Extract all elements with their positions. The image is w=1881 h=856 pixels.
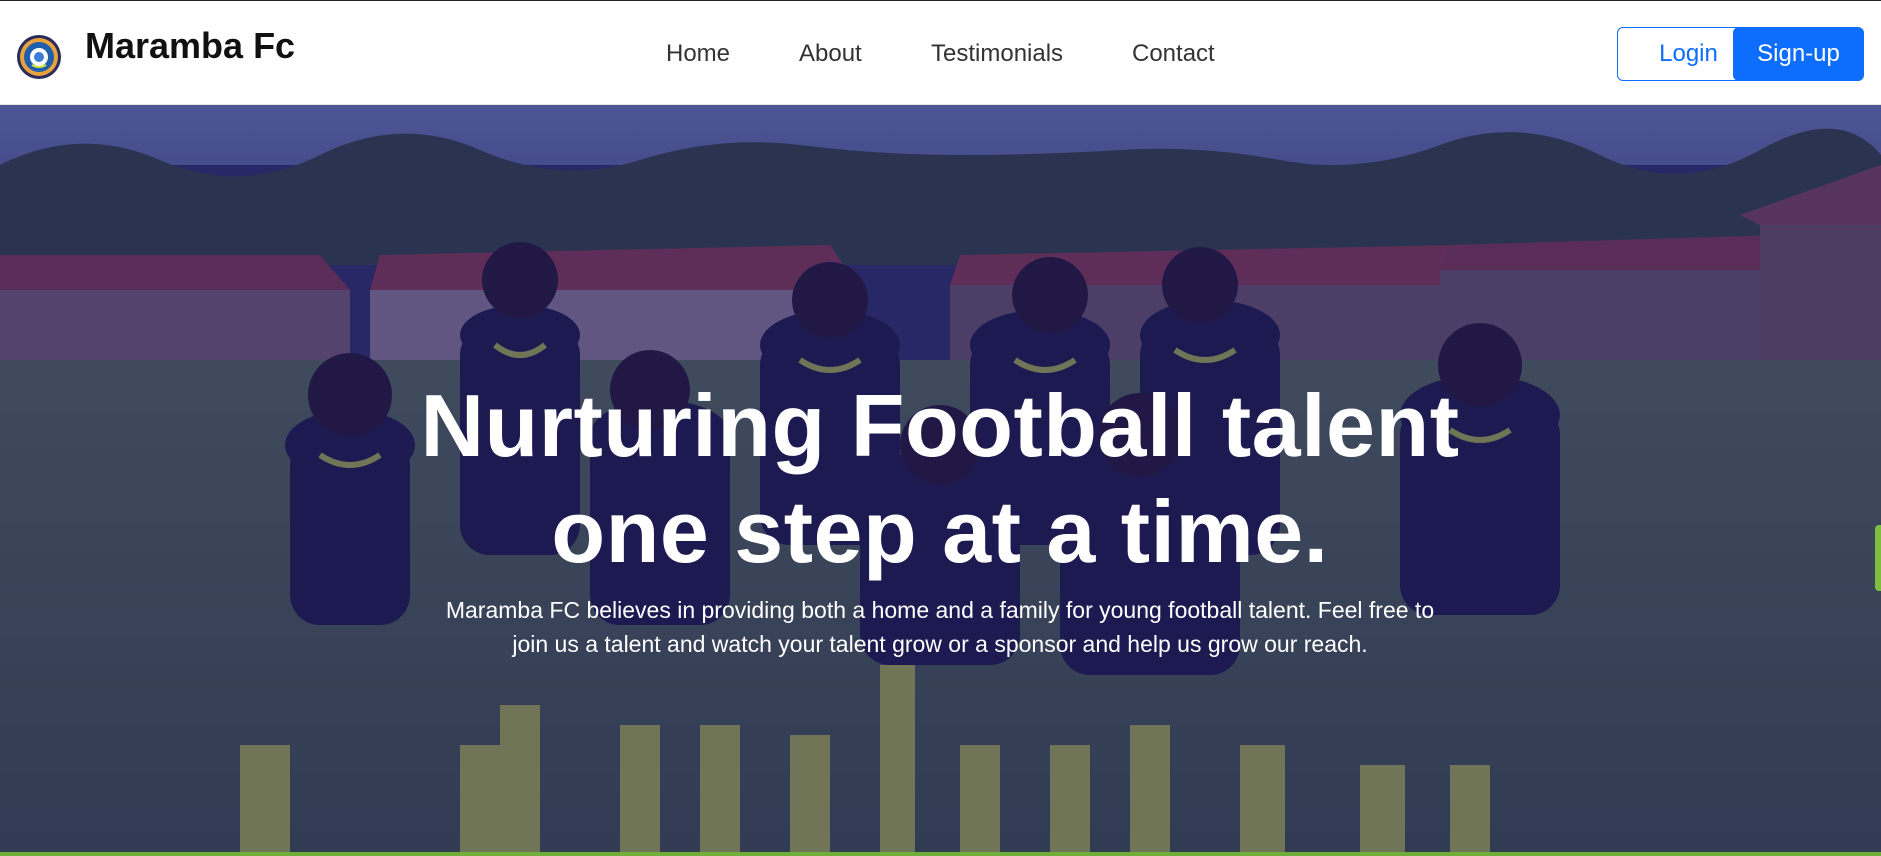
signup-button[interactable]: Sign-up: [1733, 27, 1864, 81]
navbar: Maramba Fc Home About Testimonials Conta…: [0, 0, 1881, 105]
nav-link-contact[interactable]: Contact: [1132, 39, 1215, 69]
main-nav: Home About Testimonials Contact: [0, 1, 1881, 106]
nav-link-testimonials[interactable]: Testimonials: [931, 39, 1063, 69]
hero-description: Maramba FC believes in providing both a …: [412, 593, 1468, 661]
side-feedback-tab[interactable]: [1875, 525, 1881, 591]
nav-link-home[interactable]: Home: [666, 39, 730, 69]
hero-title-line-1: Nurturing Football talent: [420, 376, 1460, 475]
nav-link-about[interactable]: About: [799, 39, 862, 69]
hero-title-line-2: one step at a time.: [551, 482, 1329, 581]
hero-description-line-2: join us a talent and watch your talent g…: [512, 631, 1368, 657]
hero-title: Nurturing Football talent one step at a …: [340, 373, 1540, 585]
hero-section: Nurturing Football talent one step at a …: [0, 105, 1881, 852]
bottom-divider: [0, 852, 1881, 856]
hero-description-line-1: Maramba FC believes in providing both a …: [445, 597, 1435, 623]
